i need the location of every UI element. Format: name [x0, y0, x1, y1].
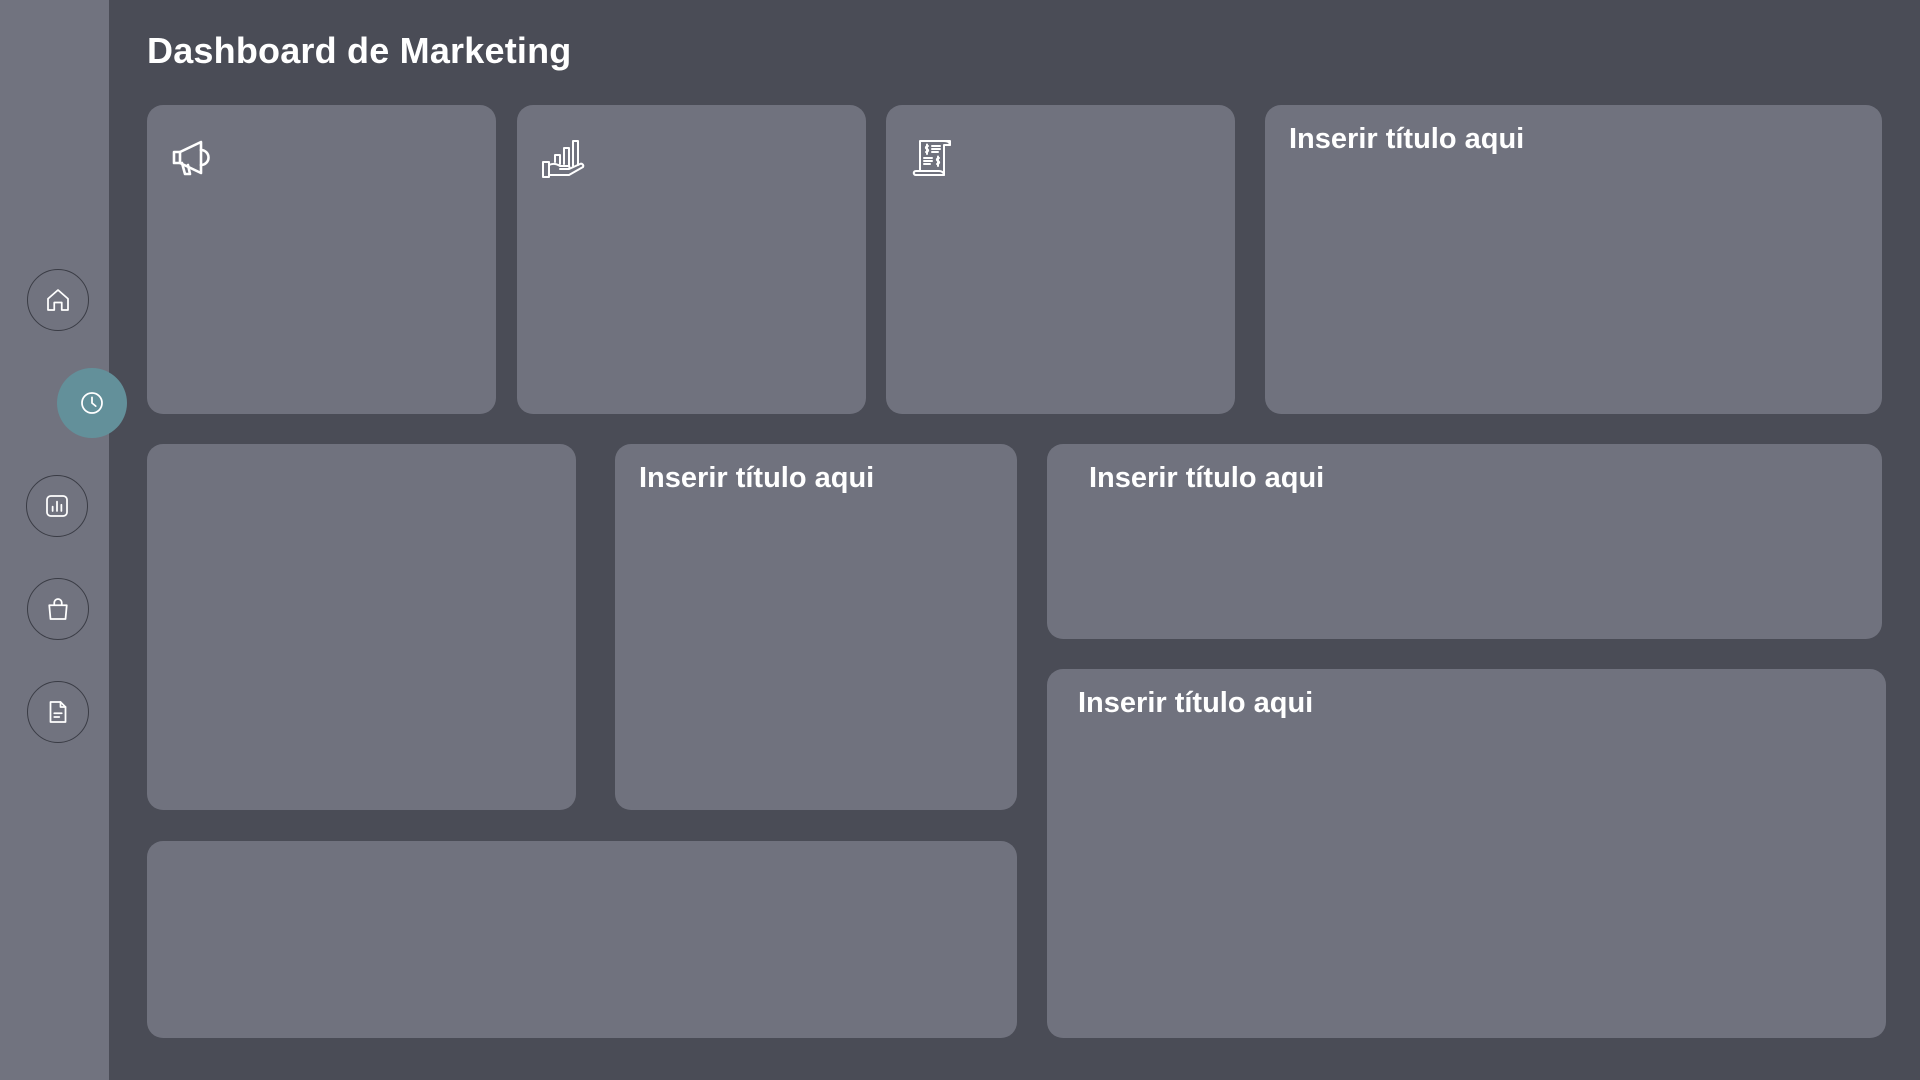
nav-analytics-button[interactable] [26, 475, 88, 537]
kpi-card-2 [517, 105, 866, 414]
card-middle-left [147, 444, 576, 810]
card-title: Inserir título aqui [639, 462, 875, 494]
invoice-icon [912, 140, 951, 176]
home-icon [47, 289, 69, 311]
page-title: Dashboard de Marketing [147, 30, 572, 71]
kpi-card-1 [147, 105, 496, 414]
nav-home-button[interactable] [27, 269, 89, 331]
document-icon [49, 701, 67, 723]
card-title: Inserir título aqui [1089, 462, 1325, 494]
bar-chart-icon [46, 495, 68, 517]
card-middle-center: Inserir título aqui [615, 444, 1017, 810]
nav-shop-button[interactable] [27, 578, 89, 640]
nav-documents-button[interactable] [27, 681, 89, 743]
clock-icon [81, 392, 103, 414]
card-title: Inserir título aqui [1289, 123, 1525, 155]
card-top-right: Inserir título aqui [1265, 105, 1882, 414]
card-bottom-left [147, 841, 1017, 1038]
sidebar [0, 0, 127, 1080]
shopping-bag-icon [48, 598, 68, 620]
nav-history-button[interactable] [57, 368, 127, 438]
card-bottom-right: Inserir título aqui [1047, 669, 1886, 1038]
card-middle-right: Inserir título aqui [1047, 444, 1882, 639]
card-title: Inserir título aqui [1078, 687, 1314, 719]
growth-hand-icon [542, 140, 585, 178]
megaphone-icon [172, 140, 210, 176]
kpi-card-3 [886, 105, 1235, 414]
